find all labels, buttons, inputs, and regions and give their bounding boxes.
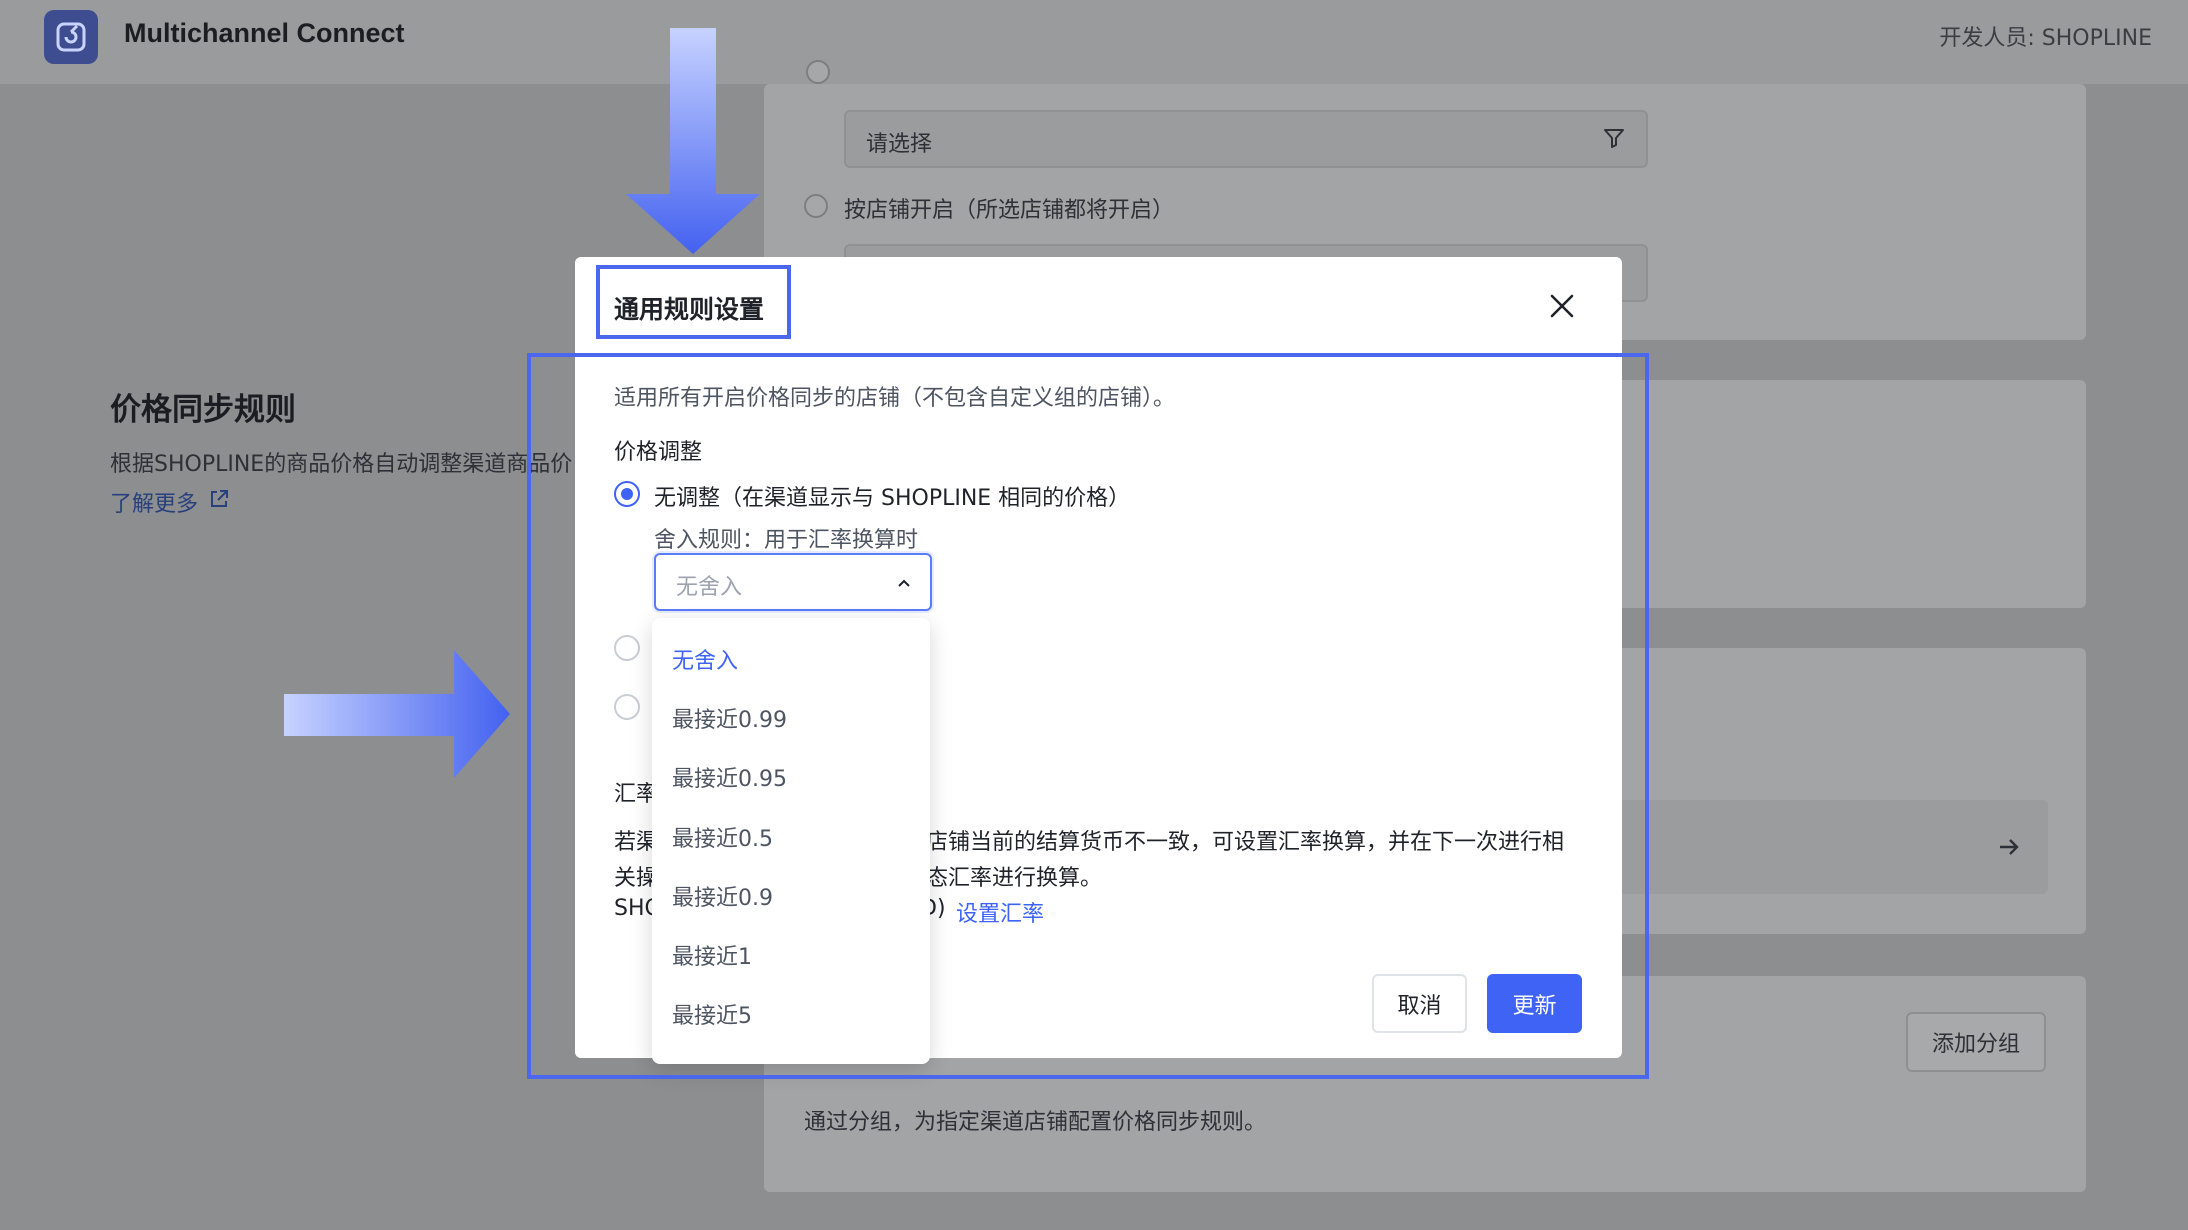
bg-radio-top	[806, 60, 830, 84]
bg-filter-select	[844, 110, 1648, 168]
annotation-arrow-down	[626, 28, 760, 254]
bg-filter-placeholder: 请选择	[866, 132, 933, 157]
filter-icon	[1602, 126, 1626, 154]
learn-more-label: 了解更多	[110, 492, 199, 517]
arrow-right-icon	[1996, 834, 2022, 867]
section-title: 价格同步规则	[110, 392, 296, 428]
group-desc: 通过分组，为指定渠道店铺配置价格同步规则。	[804, 1110, 1267, 1135]
section-desc: 根据SHOPLINE的商品价格自动调整渠道商品价	[110, 452, 573, 477]
app-title: Multichannel Connect	[124, 18, 405, 48]
learn-more-link[interactable]: 了解更多	[110, 486, 230, 518]
close-icon[interactable]	[1544, 288, 1580, 324]
annotation-arrow-right	[284, 650, 510, 778]
bg-radio-store	[804, 194, 828, 218]
annotation-title-box	[596, 265, 791, 339]
annotation-content-box	[527, 353, 1649, 1079]
developer-label: 开发人员: SHOPLINE	[1939, 26, 2152, 51]
add-group-button: 添加分组	[1906, 1012, 2046, 1072]
bg-store-radio-label: 按店铺开启（所选店铺都将开启）	[844, 198, 1175, 223]
external-link-icon	[208, 488, 230, 516]
logo-icon	[44, 10, 98, 64]
